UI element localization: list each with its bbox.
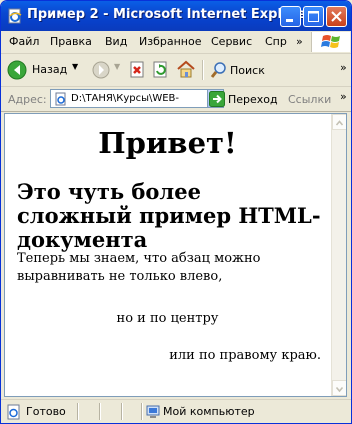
forward-arrow-icon[interactable]	[91, 60, 111, 80]
menu-item-help[interactable]: Спр	[265, 35, 287, 48]
page-viewport[interactable]: Привет! Это чуть более сложный пример HT…	[4, 113, 347, 397]
security-zone-label: Мой компьютер	[163, 405, 255, 418]
links-overflow-chevron[interactable]: »	[340, 90, 347, 103]
go-button-label[interactable]: Переход	[228, 93, 278, 106]
status-bar: Готово Мой компьютер	[1, 399, 351, 423]
close-icon	[331, 11, 342, 22]
scroll-up-button[interactable]	[332, 114, 346, 130]
go-arrow-icon[interactable]	[209, 91, 225, 107]
windows-flag-icon	[321, 35, 340, 48]
toolbar-separator	[202, 60, 204, 80]
ie-page-icon	[8, 8, 22, 24]
window-title: Пример 2 - Microsoft Internet Explorer	[27, 7, 313, 22]
scroll-up-icon	[335, 120, 344, 126]
status-divider	[141, 403, 143, 420]
menu-item-view[interactable]: Вид	[105, 35, 127, 48]
vertical-scrollbar[interactable]	[331, 114, 346, 396]
page-heading-1: Привет!	[98, 126, 237, 160]
paragraph-right: или по правому краю.	[169, 348, 321, 363]
scroll-down-button[interactable]	[332, 380, 346, 396]
menu-item-edit[interactable]: Правка	[50, 35, 92, 48]
menu-bar: Файл Правка Вид Избранное Сервис Спр »	[1, 31, 351, 54]
standard-toolbar: Назад ▼ ▼ Поиск »	[1, 54, 351, 87]
search-button-label[interactable]: Поиск	[230, 64, 265, 77]
paragraph-center: но и по центру	[116, 311, 219, 326]
back-arrow-icon	[7, 60, 27, 80]
browser-window: Пример 2 - Microsoft Internet Explorer Ф…	[0, 0, 352, 424]
windows-logo	[311, 32, 350, 52]
page-icon	[55, 92, 66, 106]
stop-icon[interactable]	[129, 61, 147, 79]
links-label[interactable]: Ссылки	[288, 93, 331, 106]
home-icon[interactable]	[176, 59, 196, 79]
address-bar: Адрес: D:\ТАНЯ\Курсы\WEB- Переход Ссылки…	[1, 87, 351, 112]
maximize-button[interactable]	[303, 6, 324, 27]
address-input[interactable]: D:\ТАНЯ\Курсы\WEB-	[50, 89, 224, 108]
minimize-button[interactable]	[280, 6, 301, 27]
minimize-icon	[286, 19, 293, 22]
status-text: Готово	[26, 405, 66, 418]
maximize-icon	[308, 11, 319, 22]
title-bar[interactable]: Пример 2 - Microsoft Internet Explorer	[1, 1, 351, 31]
paragraph-left: Теперь мы знаем, что абзац можно выравни…	[17, 251, 261, 284]
status-divider	[121, 403, 123, 420]
menu-item-tools[interactable]: Сервис	[211, 35, 252, 48]
address-value: D:\ТАНЯ\Курсы\WEB-	[71, 93, 180, 104]
status-divider	[99, 403, 101, 420]
forward-dropdown-arrow[interactable]: ▼	[114, 62, 120, 71]
back-dropdown-arrow[interactable]: ▼	[72, 62, 78, 71]
status-divider	[77, 403, 79, 420]
web-page: Привет! Это чуть более сложный пример HT…	[5, 114, 330, 396]
search-icon[interactable]	[210, 61, 228, 79]
address-label: Адрес:	[8, 93, 47, 106]
page-heading-2: Это чуть более сложный пример HTML-докум…	[17, 179, 321, 252]
menu-item-favorites[interactable]: Избранное	[139, 35, 201, 48]
page-status-icon	[7, 404, 20, 420]
refresh-icon[interactable]	[152, 61, 170, 79]
menu-item-file[interactable]: Файл	[9, 35, 39, 48]
toolbar-overflow-chevron[interactable]: »	[340, 61, 347, 74]
my-computer-icon	[146, 405, 160, 418]
close-button[interactable]	[326, 6, 347, 27]
scroll-down-icon	[335, 386, 344, 393]
back-label: Назад	[32, 63, 68, 76]
menu-overflow-chevron[interactable]: »	[296, 35, 303, 48]
